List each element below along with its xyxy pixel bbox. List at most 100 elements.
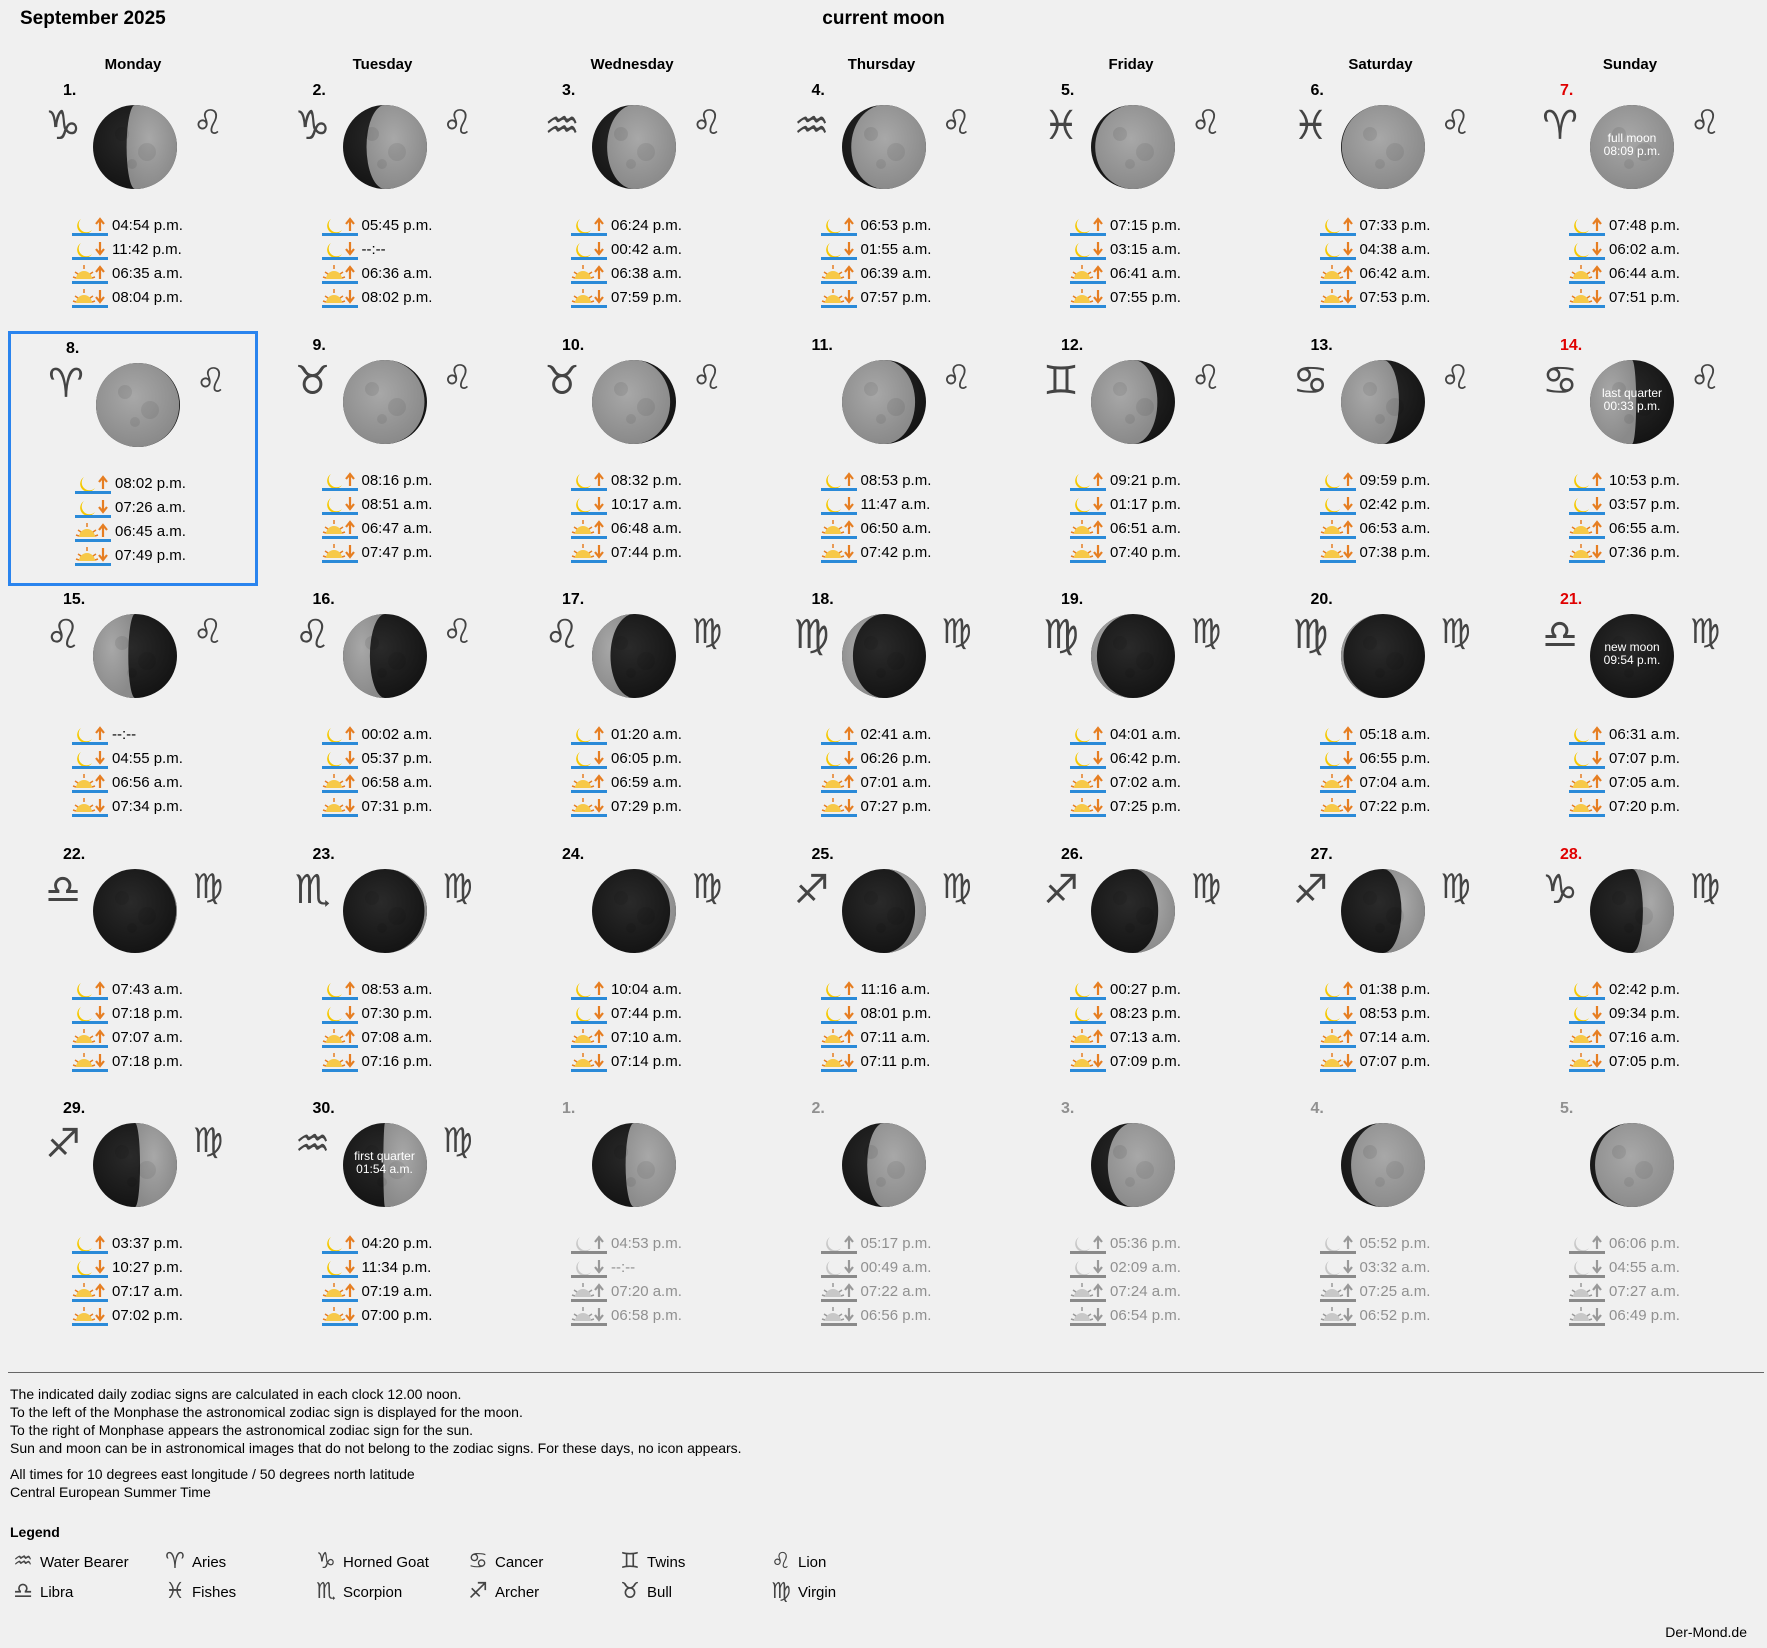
day-cell[interactable]: 20. ♍ ♍ 05:18 a.m. 06:55 p.m. 07:04 a.m.	[1256, 585, 1506, 840]
time-row: 06:26 p.m.	[820, 747, 1001, 771]
sunrise-icon	[1319, 263, 1358, 285]
sun-zodiac-icon: ♍	[192, 1121, 224, 1161]
day-cell[interactable]: 8. ♈ ♌ 08:02 p.m. 07:26 a.m. 06:45 a.m.	[8, 330, 258, 586]
sunrise-icon	[571, 1027, 609, 1049]
day-cell[interactable]: 5. 06:06 p.m. 04:55 a.m. 07:27 a.m. 06:4…	[1505, 1094, 1755, 1349]
time-row: 06:36 a.m.	[321, 262, 502, 286]
moonrise-time: 04:53 p.m.	[611, 1235, 682, 1252]
sunrise-time: 07:24 a.m.	[1110, 1283, 1181, 1300]
time-row: 03:32 a.m.	[1319, 1256, 1500, 1280]
legend-label: Libra	[40, 1584, 74, 1601]
day-cell[interactable]: 13. ♋ ♌ 09:59 p.m. 02:42 p.m. 06:53 a.m.	[1256, 331, 1506, 586]
day-cell[interactable]: 24. ♍ 10:04 a.m. 07:44 p.m. 07:10 a.m. 0…	[507, 840, 757, 1095]
day-cell[interactable]: 10. ♉ ♌ 08:32 p.m. 10:17 a.m. 06:48 a.m.	[507, 331, 757, 586]
day-cell[interactable]: 19. ♍ ♍ 04:01 a.m. 06:42 p.m. 07:02 a.m.	[1006, 585, 1256, 840]
day-cell[interactable]: 7. ♈ ♌ full moon 08:09 p.m. 07:48 p.m. 06:0…	[1505, 76, 1755, 331]
day-cell[interactable]: 17. ♌ ♍ 01:20 a.m. 06:05 p.m. 06:59 a.m.	[507, 585, 757, 840]
time-row: 06:52 p.m.	[1319, 1304, 1500, 1328]
rise-set-times: 01:20 a.m. 06:05 p.m. 06:59 a.m. 07:29 p…	[571, 723, 751, 819]
day-cell[interactable]: 30. ♒ ♍ first quarter 01:54 a.m. 04:20 p.m.…	[258, 1094, 508, 1349]
moonrise-icon	[1569, 724, 1607, 746]
day-cell[interactable]: 22. ♎ ♍ 07:43 a.m. 07:18 p.m. 07:07 a.m.	[8, 840, 258, 1095]
day-cell[interactable]: 15. ♌ ♌ --:-- 04:55 p.m. 06:56 a.m. 07:3…	[8, 585, 258, 840]
sunset-icon	[72, 1051, 110, 1073]
moonrise-time: 05:45 p.m.	[361, 217, 433, 234]
moonset-icon	[820, 1257, 859, 1279]
time-row: 04:53 p.m.	[571, 1232, 751, 1256]
moonrise-icon	[321, 215, 360, 237]
sun-zodiac-icon: ♌	[1440, 103, 1471, 143]
legend-label: Fishes	[192, 1584, 237, 1601]
sunrise-time: 06:35 a.m.	[112, 265, 183, 282]
sunrise-time: 07:08 a.m.	[361, 1028, 433, 1046]
day-cell[interactable]: 18. ♍ ♍ 02:41 a.m. 06:26 p.m. 07:01 a.m.	[757, 585, 1007, 840]
sunset-icon	[1070, 796, 1108, 818]
time-row: 06:59 a.m.	[571, 771, 751, 795]
day-number: 1.	[63, 82, 77, 99]
day-cell[interactable]: 1. 04:53 p.m. --:-- 07:20 a.m. 06:58 p.m…	[507, 1094, 757, 1349]
moonset-time: 03:15 a.m.	[1110, 241, 1181, 258]
sunrise-time: 06:44 a.m.	[1609, 265, 1680, 282]
time-row: 00:27 p.m.	[1070, 978, 1250, 1002]
time-row: 07:42 p.m.	[820, 541, 1001, 565]
day-cell[interactable]: 1. ♑ ♌ 04:54 p.m. 11:42 p.m. 06:35 a.m.	[8, 76, 258, 331]
day-cell[interactable]: 25. ♐ ♍ 11:16 a.m. 08:01 p.m. 07:11 a.m.	[757, 840, 1007, 1095]
day-cell[interactable]: 3. ♒ ♌ 06:24 p.m. 00:42 a.m. 06:38 a.m.	[507, 76, 757, 331]
moonset-icon	[72, 239, 110, 261]
moonrise-time: 05:17 p.m.	[860, 1235, 932, 1252]
time-row: 04:55 p.m.	[72, 747, 252, 771]
moonset-time: 06:26 p.m.	[860, 750, 932, 767]
day-cell[interactable]: 26. ♐ ♍ 00:27 p.m. 08:23 p.m. 07:13 a.m.	[1006, 840, 1256, 1095]
moon-zodiac-icon: ♏	[294, 866, 331, 913]
rise-set-times: 04:01 a.m. 06:42 p.m. 07:02 a.m. 07:25 p…	[1070, 723, 1250, 819]
sunrise-icon	[571, 772, 609, 794]
time-row: 07:09 p.m.	[1070, 1050, 1250, 1074]
current-moon-link[interactable]: current moon	[0, 8, 1767, 30]
moonrise-time: 07:43 a.m.	[112, 980, 183, 998]
sunset-icon	[571, 1051, 609, 1073]
sunrise-time: 07:13 a.m.	[1110, 1028, 1181, 1046]
day-cell[interactable]: 11. ♌ 08:53 p.m. 11:47 a.m. 06:50 a.m. 0…	[757, 331, 1007, 586]
day-cell[interactable]: 6. ♓ ♌ 07:33 p.m. 04:38 a.m. 06:42 a.m.	[1256, 76, 1506, 331]
day-cell[interactable]: 28. ♑ ♍ 02:42 p.m. 09:34 p.m. 07:16 a.m.	[1505, 840, 1755, 1095]
day-number: 17.	[562, 591, 585, 608]
time-row: 07:01 a.m.	[820, 771, 1001, 795]
day-cell[interactable]: 29. ♐ ♍ 03:37 p.m. 10:27 p.m. 07:17 a.m.	[8, 1094, 258, 1349]
moon-zodiac-icon: ♑	[45, 103, 81, 149]
day-cell[interactable]: 4. 05:52 p.m. 03:32 a.m. 07:25 a.m. 06:5…	[1256, 1094, 1506, 1349]
day-cell[interactable]: 23. ♏ ♍ 08:53 a.m. 07:30 p.m. 07:08 a.m.	[258, 840, 508, 1095]
day-cell[interactable]: 21. ♎ ♍ new moon 09:54 p.m. 06:31 a.m. 07:0…	[1505, 585, 1755, 840]
day-cell[interactable]: 27. ♐ ♍ 01:38 p.m. 08:53 p.m. 07:14 a.m.	[1256, 840, 1506, 1095]
sunrise-icon	[571, 263, 609, 285]
moonset-icon	[321, 239, 360, 261]
day-cell[interactable]: 4. ♒ ♌ 06:53 p.m. 01:55 a.m. 06:39 a.m.	[757, 76, 1007, 331]
moon-phase-image	[1340, 104, 1426, 190]
day-cell[interactable]: 12. ♊ ♌ 09:21 p.m. 01:17 p.m. 06:51 a.m.	[1006, 331, 1256, 586]
day-cell[interactable]: 2. ♑ ♌ 05:45 p.m. --:-- 06:36 a.m. 08:02…	[258, 76, 508, 331]
time-row: 07:07 p.m.	[1569, 747, 1749, 771]
sunset-time: 07:11 p.m.	[860, 1052, 931, 1070]
day-cell[interactable]: 14. ♋ ♌ last quarter 00:33 p.m. 10:53 p.m. …	[1505, 331, 1755, 586]
day-cell[interactable]: 5. ♓ ♌ 07:15 p.m. 03:15 a.m. 06:41 a.m.	[1006, 76, 1256, 331]
day-cell[interactable]: 9. ♉ ♌ 08:16 p.m. 08:51 a.m. 06:47 a.m.	[258, 331, 508, 586]
rise-set-times: 10:53 p.m. 03:57 p.m. 06:55 a.m. 07:36 p…	[1569, 469, 1749, 565]
brand-link[interactable]: Der-Mond.de	[1665, 1624, 1747, 1640]
moon-phase-image	[1589, 868, 1675, 954]
sunrise-time: 07:01 a.m.	[860, 774, 932, 791]
moon-phase-image	[92, 1122, 178, 1208]
time-row: 07:07 a.m.	[72, 1026, 252, 1050]
sunrise-icon	[72, 263, 110, 285]
sunset-time: 06:58 p.m.	[611, 1307, 682, 1324]
moonrise-time: 06:53 p.m.	[860, 217, 932, 234]
moonrise-icon	[72, 215, 110, 237]
moonrise-icon	[571, 979, 609, 1001]
sunset-time: 08:02 p.m.	[361, 289, 433, 306]
time-row: 10:27 p.m.	[72, 1256, 252, 1280]
moonset-icon	[820, 1003, 859, 1025]
time-row: 06:02 a.m.	[1569, 238, 1749, 262]
time-row: 00:42 a.m.	[571, 238, 751, 262]
day-cell[interactable]: 16. ♌ ♌ 00:02 a.m. 05:37 p.m. 06:58 a.m.	[258, 585, 508, 840]
moonset-icon	[1070, 1257, 1108, 1279]
day-cell[interactable]: 2. 05:17 p.m. 00:49 a.m. 07:22 a.m. 06:5…	[757, 1094, 1007, 1349]
day-cell[interactable]: 3. 05:36 p.m. 02:09 a.m. 07:24 a.m. 06:5…	[1006, 1094, 1256, 1349]
